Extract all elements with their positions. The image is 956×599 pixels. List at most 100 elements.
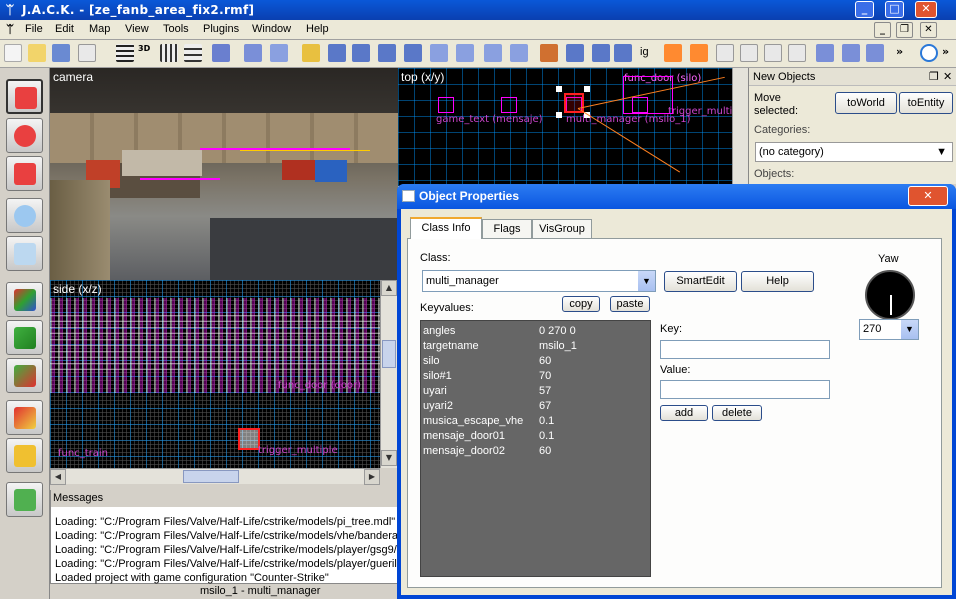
key-input[interactable] [660, 340, 830, 359]
to-world-button[interactable]: toWorld [835, 92, 897, 114]
menu-edit[interactable]: Edit [55, 23, 74, 35]
keyvalue-row[interactable]: targetname msilo_1 [423, 340, 648, 356]
selection-tool-button[interactable] [6, 79, 43, 114]
toolbar-overflow[interactable]: » [896, 45, 903, 58]
cut-icon[interactable] [716, 44, 734, 62]
keyvalue-row[interactable]: mensaje_door01 0.1 [423, 430, 648, 446]
open-folder-icon[interactable] [28, 44, 46, 62]
view-3d-icon[interactable] [842, 44, 860, 62]
align-right-icon[interactable] [352, 44, 370, 62]
selected-entity-side[interactable] [238, 428, 260, 450]
view-wire-icon[interactable] [866, 44, 884, 62]
menu-map[interactable]: Map [89, 23, 110, 35]
paste-icon[interactable] [764, 44, 782, 62]
grid-small-icon[interactable] [160, 44, 178, 62]
hscroll-thumb[interactable] [183, 470, 239, 483]
keyvalue-row[interactable]: silo 60 [423, 355, 648, 371]
align-left-icon[interactable] [328, 44, 346, 62]
menu-view[interactable]: View [125, 23, 149, 35]
yaw-select[interactable]: 270 ▼ [859, 319, 919, 340]
minimize-button[interactable]: _ [855, 1, 874, 18]
magnify-tool-button[interactable] [6, 118, 43, 153]
toolbar-overflow-2[interactable]: » [942, 45, 949, 58]
path-tool-button[interactable] [6, 482, 43, 517]
tab-class-info[interactable]: Class Info [410, 217, 482, 239]
menu-file[interactable]: File [25, 23, 43, 35]
dialog-close-button[interactable]: ✕ [908, 186, 948, 206]
clip-tool-button[interactable] [6, 400, 43, 435]
yaw-dial[interactable] [865, 270, 915, 320]
top-viewport[interactable]: top (x/y) func_door (silo) game_text (me… [398, 68, 748, 186]
scroll-up-arrow[interactable]: ▲ [381, 280, 397, 296]
scroll-left-arrow[interactable]: ◀ [50, 469, 66, 485]
apply-texture-button[interactable] [6, 320, 43, 355]
view-2d-icon[interactable] [816, 44, 834, 62]
keyvalue-row[interactable]: uyari2 67 [423, 400, 648, 416]
menu-plugins[interactable]: Plugins [203, 23, 239, 35]
scroll-down-arrow[interactable]: ▼ [381, 450, 397, 466]
rotate-icon[interactable] [484, 44, 502, 62]
yaw-dropdown-arrow-icon[interactable]: ▼ [901, 320, 918, 339]
print-icon[interactable] [78, 44, 96, 62]
paste-special-icon[interactable] [788, 44, 806, 62]
to-entity-button[interactable]: toEntity [899, 92, 953, 114]
copy-icon[interactable] [740, 44, 758, 62]
save-icon[interactable] [52, 44, 70, 62]
smartedit-button[interactable]: SmartEdit [664, 271, 737, 292]
search-icon[interactable] [920, 44, 938, 62]
dialog-title-bar[interactable]: Object Properties ✕ [397, 184, 956, 209]
keyvalue-row[interactable]: angles 0 270 0 [423, 325, 648, 341]
texture-align-icon[interactable] [270, 44, 288, 62]
panel-close-icon[interactable]: ✕ [943, 70, 952, 83]
grid-toggle-icon[interactable] [116, 44, 134, 62]
scroll-right-arrow[interactable]: ▶ [364, 469, 380, 485]
texture-lock-icon[interactable] [212, 44, 230, 62]
camera-tool-button[interactable] [6, 156, 43, 191]
side-view-hscrollbar[interactable]: ◀ ▶ [50, 468, 380, 485]
vertex-tool-button[interactable] [6, 438, 43, 473]
top-view-vscrollbar[interactable] [732, 68, 748, 186]
close-button[interactable]: ✕ [915, 1, 937, 18]
show-icon[interactable] [690, 44, 708, 62]
flip-vertical-icon[interactable] [456, 44, 474, 62]
mdi-close-button[interactable]: ✕ [920, 22, 937, 38]
keyvalues-list[interactable]: angles 0 270 0 targetname msilo_1 silo 60 silo… [420, 320, 651, 577]
category-select[interactable]: (no category) ▼ [755, 142, 953, 162]
copy-button[interactable]: copy [562, 296, 600, 312]
keyvalue-row[interactable]: uyari 57 [423, 385, 648, 401]
align-bottom-icon[interactable] [404, 44, 422, 62]
tab-visgroup[interactable]: VisGroup [532, 219, 592, 239]
menu-window[interactable]: Window [252, 23, 291, 35]
entity-tool-button[interactable] [6, 198, 43, 233]
block-tool-button[interactable] [6, 236, 43, 271]
texture-scale-icon[interactable] [244, 44, 262, 62]
add-button[interactable]: add [660, 405, 708, 421]
paste-button[interactable]: paste [610, 296, 650, 312]
camera-viewport[interactable]: camera [50, 68, 398, 280]
mdi-minimize-button[interactable]: _ [874, 22, 891, 38]
texture-tool-button[interactable] [6, 282, 43, 317]
keyvalue-row[interactable]: mensaje_door02 60 [423, 445, 648, 461]
tab-flags[interactable]: Flags [482, 219, 532, 239]
menu-tools[interactable]: Tools [163, 23, 189, 35]
maximize-button[interactable]: □ [885, 1, 904, 18]
flip-horizontal-icon[interactable] [430, 44, 448, 62]
carve-icon[interactable] [510, 44, 528, 62]
menu-help[interactable]: Help [306, 23, 329, 35]
scroll-thumb[interactable] [382, 340, 396, 368]
run-map-icon[interactable] [540, 44, 558, 62]
delete-button[interactable]: delete [712, 405, 762, 421]
ignore-groups-toggle[interactable]: ig [640, 46, 649, 58]
help-button[interactable]: Help [741, 271, 814, 292]
keyvalue-row[interactable]: silo#1 70 [423, 370, 648, 386]
decal-tool-button[interactable] [6, 358, 43, 393]
side-view-vscrollbar[interactable]: ▲ ▼ [380, 280, 398, 468]
side-viewport[interactable]: side (x/z) func_train trigger_multiple f… [50, 280, 380, 468]
new-file-icon[interactable] [4, 44, 22, 62]
class-dropdown-arrow-icon[interactable]: ▼ [638, 271, 655, 291]
mdi-restore-button[interactable]: ❐ [896, 22, 913, 38]
align-top-icon[interactable] [378, 44, 396, 62]
edit-icon[interactable] [302, 44, 320, 62]
value-input[interactable] [660, 380, 830, 399]
3d-grid-icon[interactable]: 3D [138, 44, 156, 62]
